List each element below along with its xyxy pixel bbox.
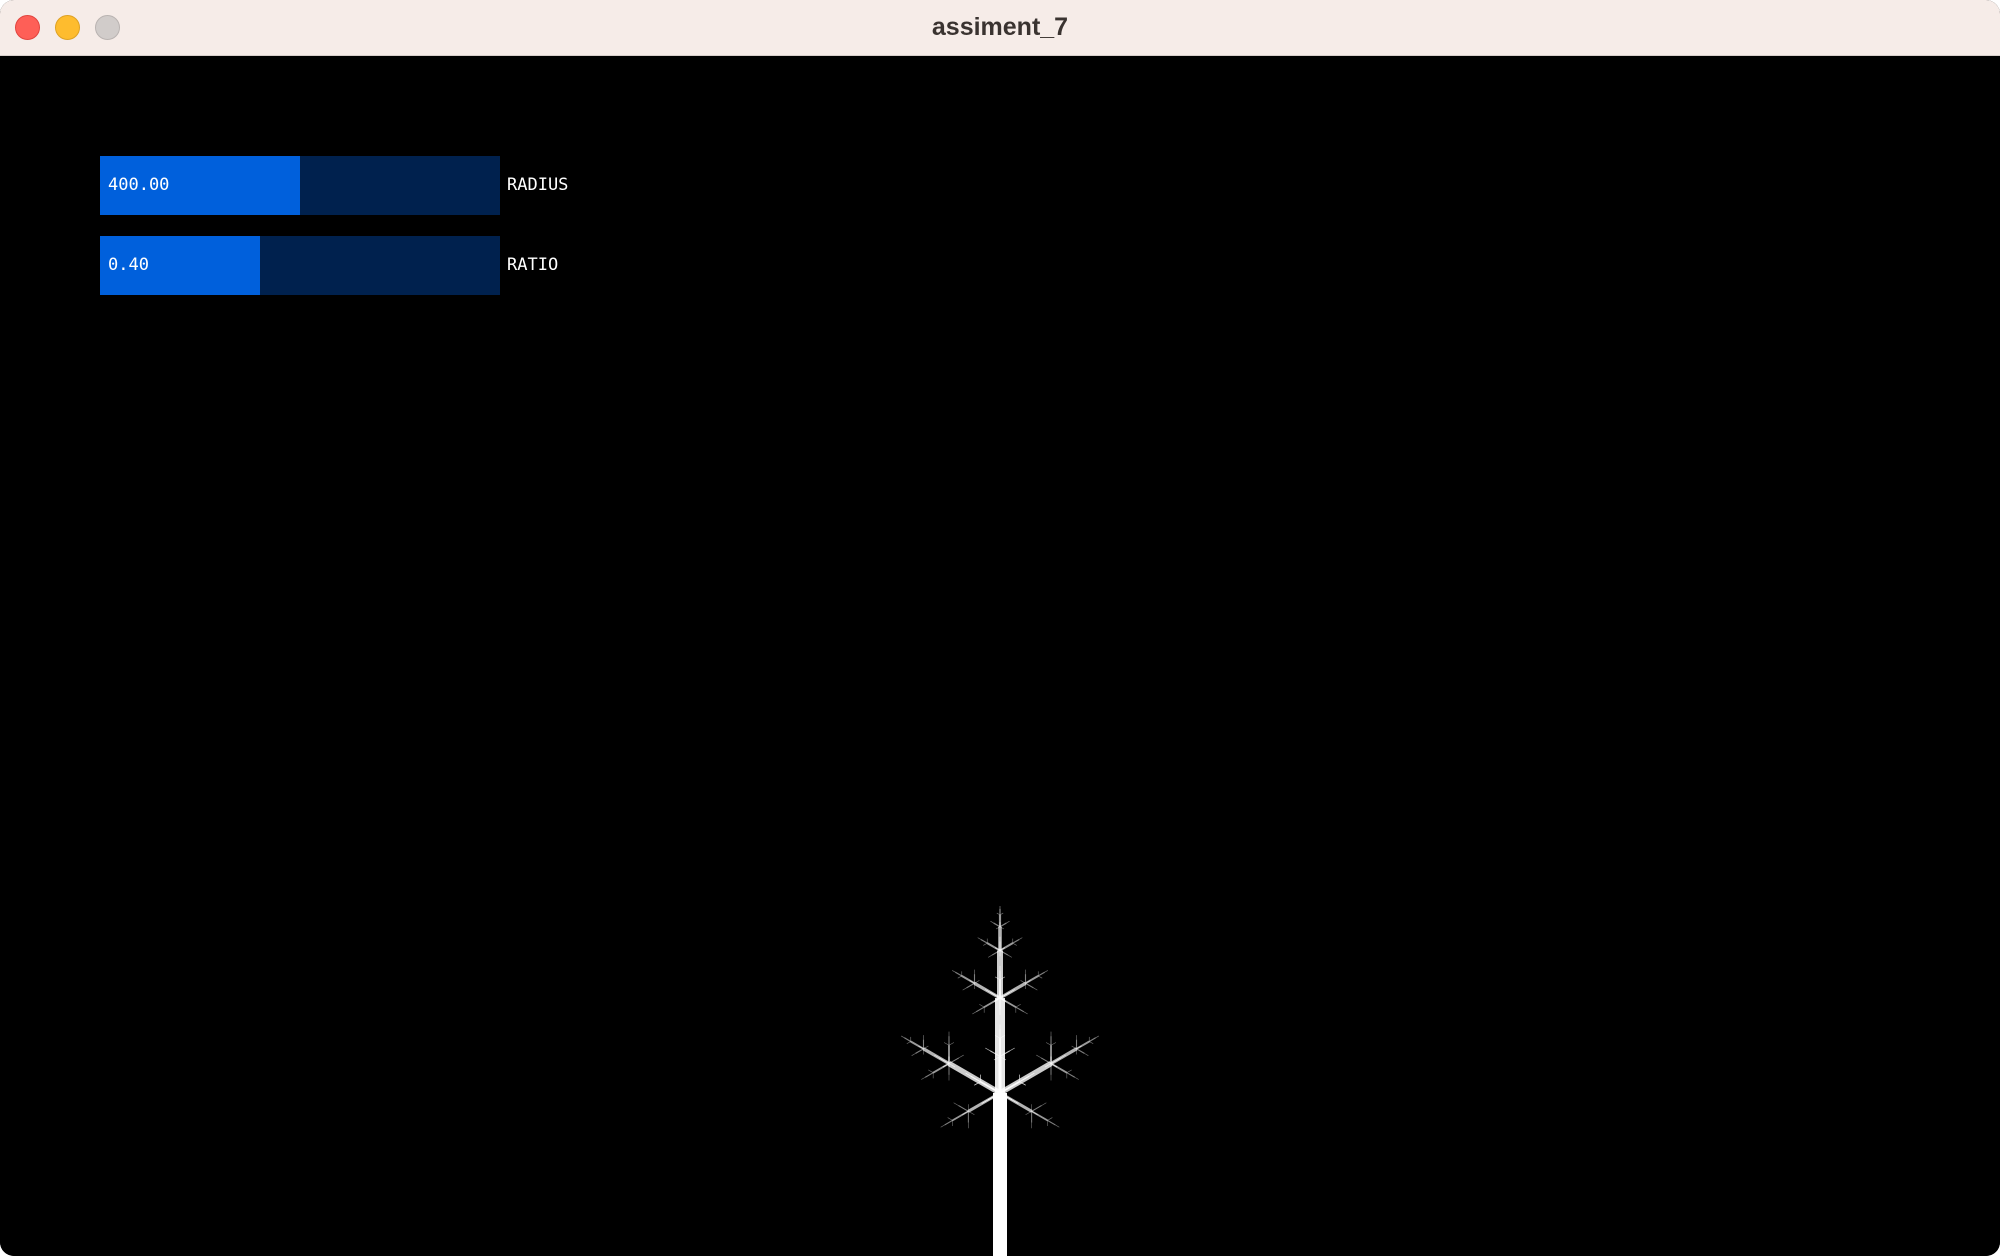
tree-branch — [915, 1048, 924, 1054]
window-title: assiment_7 — [931, 13, 1069, 41]
tree-branch — [1012, 942, 1017, 946]
tree-branch — [1076, 1048, 1085, 1054]
tree-branch — [906, 1041, 911, 1045]
tree-branch — [968, 1111, 975, 1116]
tree-branch — [948, 1057, 960, 1064]
tree-branch — [952, 970, 956, 973]
tree-branch — [928, 1069, 934, 1073]
tree-branch — [1044, 970, 1048, 973]
sketch-canvas[interactable]: 400.00 RADIUS 0.40 RATIO — [0, 56, 2000, 1256]
tree-branch — [1036, 1054, 1042, 1059]
tree-branch — [1074, 1076, 1079, 1080]
tree-branch — [1050, 1042, 1057, 1046]
tree-branch — [1018, 937, 1023, 940]
tree-branch — [1025, 982, 1034, 989]
tree-branch — [1055, 1124, 1060, 1128]
tree-branch — [979, 1004, 985, 1008]
tree-branch — [1084, 1053, 1089, 1056]
tree-branch — [1023, 1011, 1028, 1015]
tree-branch — [972, 1011, 977, 1015]
tree-branch — [987, 954, 993, 958]
tree-branch — [957, 975, 962, 979]
tree-branch — [1006, 920, 1010, 924]
tree-branch — [1025, 1111, 1032, 1116]
tree-branch — [976, 1006, 985, 1013]
tree-branch — [1012, 938, 1020, 944]
tree-branch — [962, 1111, 969, 1116]
tree-branch — [943, 1042, 950, 1046]
tree-branch — [966, 982, 975, 989]
tree-branch — [1088, 1037, 1096, 1042]
tree-branch — [1015, 1006, 1024, 1013]
tree-branch — [900, 1035, 905, 1039]
tree-branch — [983, 942, 988, 946]
tree-branch — [1047, 1117, 1053, 1121]
tree-branch — [921, 1076, 926, 1080]
tree-branch — [1066, 1072, 1076, 1078]
tree-branch — [1031, 1105, 1042, 1112]
tree-branch — [958, 1105, 969, 1112]
tree-branch — [1050, 1057, 1062, 1064]
tree-branch — [1095, 1035, 1100, 1039]
tree-branch — [1033, 987, 1038, 991]
app-window: assiment_7 400.00 RADIUS 0.40 RATIO — [0, 0, 2000, 1256]
tree-branch — [904, 1037, 912, 1042]
tree-branch — [977, 937, 982, 940]
tree-branch — [1047, 1119, 1056, 1126]
tree-branch — [1015, 1004, 1021, 1008]
tree-branch — [985, 1047, 991, 1052]
tree-branch — [953, 1102, 959, 1106]
tree-branch — [1037, 971, 1045, 977]
tree-branch — [947, 1117, 953, 1121]
tree-branch — [1089, 1041, 1094, 1045]
tree-branch — [1031, 1111, 1038, 1116]
tree-branch — [924, 1072, 934, 1078]
tree-branch — [980, 938, 988, 944]
tree-branch — [990, 920, 994, 924]
tree-branch — [1040, 1057, 1052, 1064]
tree-branch — [940, 1124, 945, 1128]
title-bar: assiment_7 — [0, 0, 2000, 56]
tree-branch — [1045, 1042, 1052, 1046]
tree-branch — [911, 1053, 916, 1056]
tree-branch — [938, 1057, 950, 1064]
tree-branch — [962, 987, 967, 991]
fractal-tree — [900, 905, 1100, 1256]
tree-branch — [958, 1054, 964, 1059]
tree-branch — [948, 1042, 955, 1046]
tree-branch — [1038, 975, 1043, 979]
tree-branch — [955, 971, 963, 977]
tree-branch — [1009, 1047, 1015, 1052]
tree-branch — [1066, 1069, 1072, 1073]
tree-branch — [1007, 954, 1013, 958]
tree-branch — [944, 1119, 953, 1126]
tree-branch — [1041, 1102, 1047, 1106]
